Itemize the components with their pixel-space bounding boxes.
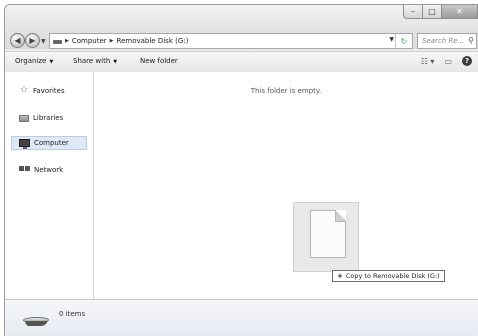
drag-tooltip-text: Copy to Removable Disk (G:): [345, 272, 440, 280]
minimize-icon: –: [411, 6, 415, 16]
preview-pane-icon[interactable]: ▭: [444, 57, 452, 66]
plus-icon: +: [337, 272, 343, 280]
caption-buttons: – □ ✕: [403, 5, 478, 19]
explorer-window: – □ ✕ ◀ ▶ ▼ ▶ Computer ▶ Removable Disk …: [4, 4, 478, 336]
command-bar: Organize ▼ Share with ▼ New folder ☷ ▾ ▭ ?: [5, 51, 478, 73]
sidebar-item-label: Computer: [34, 139, 69, 147]
navigation-row: ◀ ▶ ▼ ▶ Computer ▶ Removable Disk (G:) ▼…: [5, 32, 478, 50]
sidebar-item-network[interactable]: Network: [19, 166, 63, 174]
page-fold: [335, 210, 346, 222]
share-with-label: Share with: [73, 57, 111, 65]
back-button[interactable]: ◀: [10, 33, 25, 48]
network-icon: [19, 166, 30, 174]
sidebar-item-favorites[interactable]: ☆ Favorites: [19, 86, 65, 95]
recent-pages-dropdown[interactable]: ▼: [41, 38, 46, 45]
sidebar-item-label: Libraries: [33, 114, 64, 122]
back-arrow-icon: ◀: [14, 36, 21, 45]
organize-label: Organize: [15, 57, 47, 65]
address-dropdown-icon[interactable]: ▼: [389, 36, 394, 43]
breadcrumb-computer[interactable]: Computer: [72, 37, 107, 45]
forward-arrow-icon: ▶: [29, 36, 36, 45]
maximize-button[interactable]: □: [423, 5, 442, 19]
computer-icon: [19, 139, 30, 149]
minimize-button[interactable]: –: [403, 5, 423, 19]
search-placeholder: Search Re...: [422, 37, 465, 45]
maximize-icon: □: [428, 6, 436, 16]
removable-disk-icon: [22, 317, 50, 327]
drag-drop-tooltip: + Copy to Removable Disk (G:): [332, 270, 445, 282]
new-folder-button[interactable]: New folder: [140, 57, 178, 65]
forward-button[interactable]: ▶: [25, 33, 40, 48]
refresh-icon: ↻: [400, 36, 408, 46]
sidebar-item-label: Network: [34, 166, 64, 174]
chevron-right-icon[interactable]: ▶: [65, 38, 69, 44]
navigation-pane: ☆ Favorites Libraries Computer Network: [5, 72, 94, 299]
view-controls: ☷ ▾ ▭ ?: [421, 56, 472, 66]
chevron-down-icon: ▼: [113, 59, 118, 65]
star-icon: ☆: [19, 85, 29, 95]
details-pane: 0 items: [5, 299, 478, 336]
refresh-button[interactable]: ↻: [395, 34, 412, 48]
search-input[interactable]: Search Re... ⚲: [417, 33, 477, 49]
sidebar-item-libraries[interactable]: Libraries: [19, 114, 63, 122]
library-icon: [19, 114, 29, 122]
help-icon[interactable]: ?: [462, 56, 472, 66]
address-bar[interactable]: ▶ Computer ▶ Removable Disk (G:) ▼ ↻: [49, 33, 413, 49]
close-icon: ✕: [456, 6, 463, 16]
share-with-menu[interactable]: Share with ▼: [73, 57, 117, 65]
dragged-file[interactable]: [293, 202, 359, 272]
window-chrome: – □ ✕ ◀ ▶ ▼ ▶ Computer ▶ Removable Disk …: [5, 5, 478, 49]
file-list-area[interactable]: This folder is empty. + Copy to Removabl…: [94, 72, 478, 299]
breadcrumb-removable-disk[interactable]: Removable Disk (G:): [117, 37, 189, 45]
item-count: 0 items: [59, 310, 86, 318]
sidebar-item-computer[interactable]: Computer: [11, 136, 87, 150]
chevron-down-icon: ▼: [49, 59, 54, 65]
search-icon[interactable]: ⚲: [468, 34, 474, 48]
close-button[interactable]: ✕: [442, 5, 478, 19]
sidebar-item-label: Favorites: [33, 86, 65, 95]
drive-icon: [53, 40, 62, 44]
chevron-right-icon[interactable]: ▶: [110, 38, 114, 44]
organize-menu[interactable]: Organize ▼: [15, 57, 53, 65]
empty-folder-message: This folder is empty.: [250, 87, 322, 95]
change-view-icon[interactable]: ☷ ▾: [421, 57, 435, 66]
